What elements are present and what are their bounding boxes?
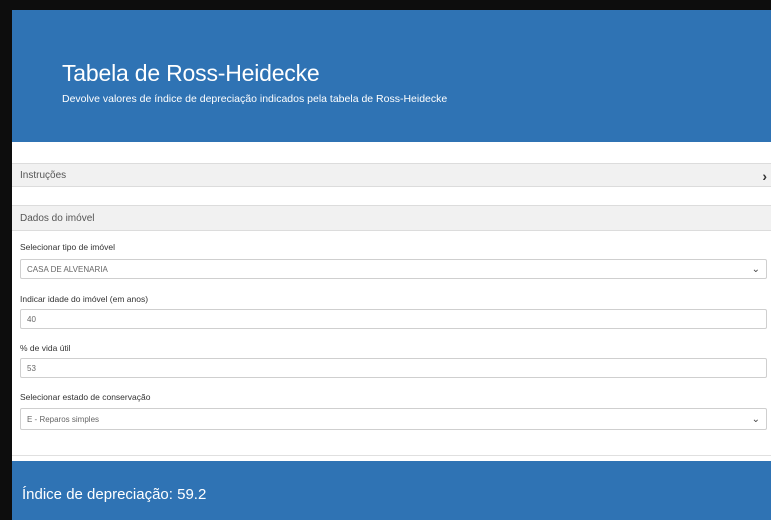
- depreciation-result: Índice de depreciação: 59.2: [22, 486, 206, 503]
- useful-life-input[interactable]: 53: [20, 358, 767, 378]
- property-age-value: 40: [27, 315, 36, 324]
- property-section-label: Dados do imóvel: [20, 213, 95, 224]
- useful-life-value: 53: [27, 364, 36, 373]
- chevron-right-icon[interactable]: ›: [762, 164, 767, 188]
- page-title: Tabela de Ross-Heidecke: [62, 60, 320, 86]
- section-divider: [12, 455, 771, 456]
- property-type-select[interactable]: CASA DE ALVENARIA ⌄: [20, 259, 767, 279]
- conservation-select[interactable]: E - Reparos simples ⌄: [20, 408, 767, 430]
- chevron-down-icon: ⌄: [751, 414, 760, 425]
- useful-life-label: % de vida útil: [20, 343, 71, 353]
- window-frame-top: [0, 0, 771, 10]
- depreciation-label: Índice de depreciação:: [22, 486, 173, 503]
- page: Tabela de Ross-Heidecke Devolve valores …: [12, 10, 771, 520]
- instructions-label: Instruções: [20, 170, 67, 181]
- chevron-down-icon: ⌄: [751, 264, 760, 275]
- conservation-value: E - Reparos simples: [27, 415, 100, 424]
- property-type-label: Selecionar tipo de imóvel: [20, 242, 115, 252]
- property-age-input[interactable]: 40: [20, 309, 767, 329]
- window-frame-left: [0, 0, 12, 520]
- instructions-toggle[interactable]: Instruções ›: [12, 163, 771, 187]
- property-section-heading: Dados do imóvel: [12, 205, 771, 231]
- header-banner: Tabela de Ross-Heidecke Devolve valores …: [12, 10, 771, 142]
- conservation-label: Selecionar estado de conservação: [20, 392, 151, 402]
- result-banner: Índice de depreciação: 59.2: [12, 461, 771, 520]
- property-type-value: CASA DE ALVENARIA: [27, 265, 108, 274]
- page-subtitle: Devolve valores de índice de depreciação…: [62, 93, 448, 105]
- depreciation-value: 59.2: [177, 486, 207, 503]
- property-age-label: Indicar idade do imóvel (em anos): [20, 294, 149, 304]
